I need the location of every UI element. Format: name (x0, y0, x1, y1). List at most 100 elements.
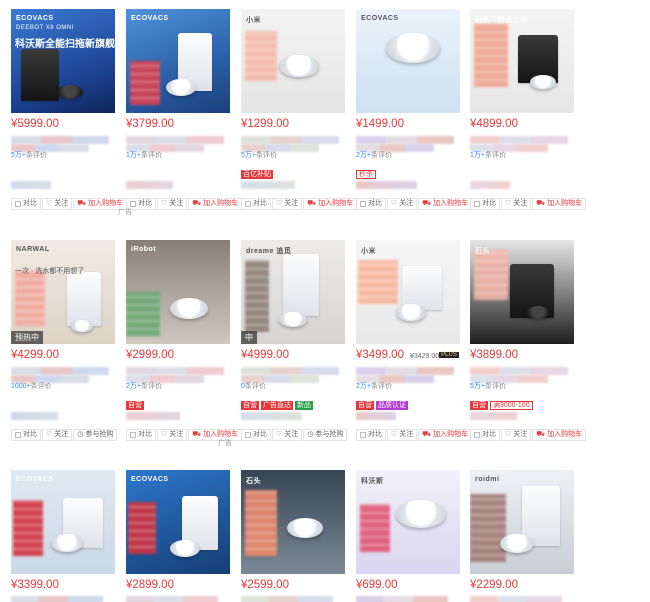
censored-title-line[interactable] (11, 596, 103, 602)
add-to-cart-button[interactable]: ⛟ 加入购物车 (188, 429, 243, 441)
product-card[interactable]: ECOVACS ¥3799.00 1万+条评价 对比 ♡ 关注 ⛟ 加入购物车 (126, 9, 243, 219)
censored-title-line[interactable] (11, 367, 109, 375)
follow-button[interactable]: ♡ 关注 (387, 429, 418, 441)
product-image[interactable]: iRobot (126, 240, 230, 344)
product-card[interactable]: 科沃斯 ¥699.00 (356, 470, 468, 602)
censored-title-line[interactable] (11, 136, 109, 144)
censored-title-line[interactable] (241, 596, 333, 602)
product-card[interactable]: 小米 ¥3499.00 ¥3429.00 PLUS 2万+条评价 自营 品质认证 对比 ♡ 关注 ⛟… (356, 240, 473, 450)
review-count[interactable]: 1000+条评价 (11, 381, 52, 391)
compare-button[interactable]: 对比 (126, 429, 156, 441)
product-card[interactable]: dreame 追觅中 ¥4999.00 0条评价 自营 广告直达 新品 对比 ♡ 关注 ◷ 参与抢购 (241, 240, 353, 450)
review-number[interactable]: 5万+ (241, 152, 256, 159)
review-number[interactable]: 2万+ (356, 383, 371, 390)
censored-title-line[interactable] (356, 367, 454, 375)
add-to-cart-button[interactable]: ⛟ 加入购物车 (532, 429, 587, 441)
product-image[interactable]: 石头 (241, 470, 345, 574)
compare-button[interactable]: 对比 (470, 429, 500, 441)
product-image[interactable]: 科沃斯 (356, 470, 460, 574)
censored-shop-name[interactable] (356, 181, 417, 189)
product-card[interactable]: iRobot ¥2999.00 2万+条评价 自营 对比 ♡ 关注 ⛟ 加入购物车 (126, 240, 243, 450)
compare-button[interactable]: 对比 (11, 429, 41, 441)
review-count[interactable]: 5万+条评价 (470, 381, 506, 391)
product-image[interactable]: 小米 (241, 9, 345, 113)
review-number[interactable]: 2万+ (356, 152, 371, 159)
compare-button[interactable]: 对比 (470, 198, 500, 210)
review-count[interactable]: 2万+条评价 (356, 381, 392, 391)
follow-button[interactable]: ♡ 关注 (42, 198, 73, 210)
product-card[interactable]: ECOVACS ¥2899.00 (126, 470, 238, 602)
censored-title-line[interactable] (356, 136, 454, 144)
product-card[interactable]: 石头 ¥2599.00 (241, 470, 353, 602)
censored-shop-name[interactable] (356, 412, 396, 420)
censored-title-line[interactable] (126, 136, 224, 144)
compare-button[interactable]: 对比 (11, 198, 41, 210)
review-number[interactable]: 1万+ (470, 152, 485, 159)
review-number[interactable]: 5万+ (470, 383, 485, 390)
product-image[interactable]: ECOVACS (356, 9, 460, 113)
follow-button[interactable]: ♡ 关注 (42, 429, 73, 441)
censored-shop-name[interactable] (241, 181, 295, 189)
add-to-cart-button[interactable]: ⛟ 加入购物车 (188, 198, 243, 210)
add-to-cart-button[interactable]: ⛟ 加入购物车 (532, 198, 587, 210)
review-count[interactable]: 2万+条评价 (126, 381, 162, 391)
product-card[interactable]: 小米 ¥1299.00 5万+条评价 百亿补贴 对比 ♡ 关注 ⛟ 加入购物车 (241, 9, 358, 219)
group-buy-button[interactable]: ◷ 参与抢购 (303, 429, 348, 441)
review-number[interactable]: 2万+ (126, 383, 141, 390)
censored-title-line[interactable] (470, 136, 568, 144)
follow-button[interactable]: ♡ 关注 (501, 198, 532, 210)
follow-button[interactable]: ♡ 关注 (387, 198, 418, 210)
product-image[interactable]: ECOVACS (126, 470, 230, 574)
product-card[interactable]: ECOVACS DEEBOT X8 OMNI 科沃斯全能扫拖新旗舰 ¥5999.00 5… (11, 9, 128, 219)
follow-button[interactable]: ♡ 关注 (272, 429, 303, 441)
add-to-cart-button[interactable]: ⛟ 加入购物车 (418, 198, 473, 210)
review-count[interactable]: 5万+条评价 (241, 150, 277, 160)
add-to-cart-button[interactable]: ⛟ 加入购物车 (418, 429, 473, 441)
review-number[interactable]: 5万+ (11, 152, 26, 159)
group-buy-button[interactable]: ◷ 参与抢购 (73, 429, 118, 441)
add-to-cart-button[interactable]: ⛟ 加入购物车 (303, 198, 358, 210)
product-card[interactable]: ECOVACS ¥3399.00 (11, 470, 123, 602)
censored-shop-name[interactable] (126, 181, 173, 189)
censored-title-line[interactable] (126, 367, 224, 375)
product-card[interactable]: roidmi ¥2299.00 (470, 470, 582, 602)
censored-shop-name[interactable] (470, 181, 510, 189)
product-image[interactable]: ECOVACS (11, 470, 115, 574)
compare-button[interactable]: 对比 (241, 429, 271, 441)
compare-button[interactable]: 对比 (356, 198, 386, 210)
product-image[interactable]: NARWAL 一次 · 洗水都不用想了 预热中 (11, 240, 115, 344)
product-image[interactable]: 石头 (470, 240, 574, 344)
review-count[interactable]: 1万+条评价 (126, 150, 162, 160)
review-count[interactable]: 2万+条评价 (356, 150, 392, 160)
review-count[interactable]: 0条评价 (241, 381, 266, 391)
censored-shop-name[interactable] (241, 412, 302, 420)
censored-shop-name[interactable] (126, 412, 180, 420)
product-card[interactable]: NARWAL 一次 · 洗水都不用想了 预热中 ¥4299.00 1000+条评价 对比 ♡… (11, 240, 123, 450)
follow-button[interactable]: ♡ 关注 (272, 198, 303, 210)
review-count[interactable]: 1万+条评价 (470, 150, 506, 160)
product-image[interactable]: 小米 (356, 240, 460, 344)
censored-shop-name[interactable] (11, 181, 51, 189)
censored-title-line[interactable] (356, 596, 448, 602)
review-number[interactable]: 1000+ (11, 383, 31, 390)
follow-button[interactable]: ♡ 关注 (157, 429, 188, 441)
product-image[interactable]: dreame 追觅中 (241, 240, 345, 344)
censored-shop-name[interactable] (470, 412, 517, 420)
product-image[interactable]: ECOVACS DEEBOT X8 OMNI 科沃斯全能扫拖新旗舰 (11, 9, 115, 113)
censored-title-line[interactable] (126, 596, 218, 602)
censored-title-line[interactable] (241, 367, 339, 375)
product-image[interactable]: 石头 · 新品上市 (470, 9, 574, 113)
product-image[interactable]: roidmi (470, 470, 574, 574)
compare-button[interactable]: 对比 (241, 198, 271, 210)
compare-button[interactable]: 对比 (356, 429, 386, 441)
product-card[interactable]: ECOVACS ¥1499.00 2万+条评价 秒杀 对比 ♡ 关注 ⛟ 加入购物车 (356, 9, 473, 219)
censored-title-line[interactable] (470, 596, 562, 602)
censored-title-line[interactable] (470, 367, 568, 375)
product-card[interactable]: 石头 · 新品上市 ¥4899.00 1万+条评价 对比 ♡ 关注 ⛟ 加入购物车 (470, 9, 587, 219)
censored-title-line[interactable] (241, 136, 339, 144)
product-image[interactable]: ECOVACS (126, 9, 230, 113)
review-number[interactable]: 1万+ (126, 152, 141, 159)
censored-shop-name[interactable] (11, 412, 58, 420)
follow-button[interactable]: ♡ 关注 (501, 429, 532, 441)
follow-button[interactable]: ♡ 关注 (157, 198, 188, 210)
